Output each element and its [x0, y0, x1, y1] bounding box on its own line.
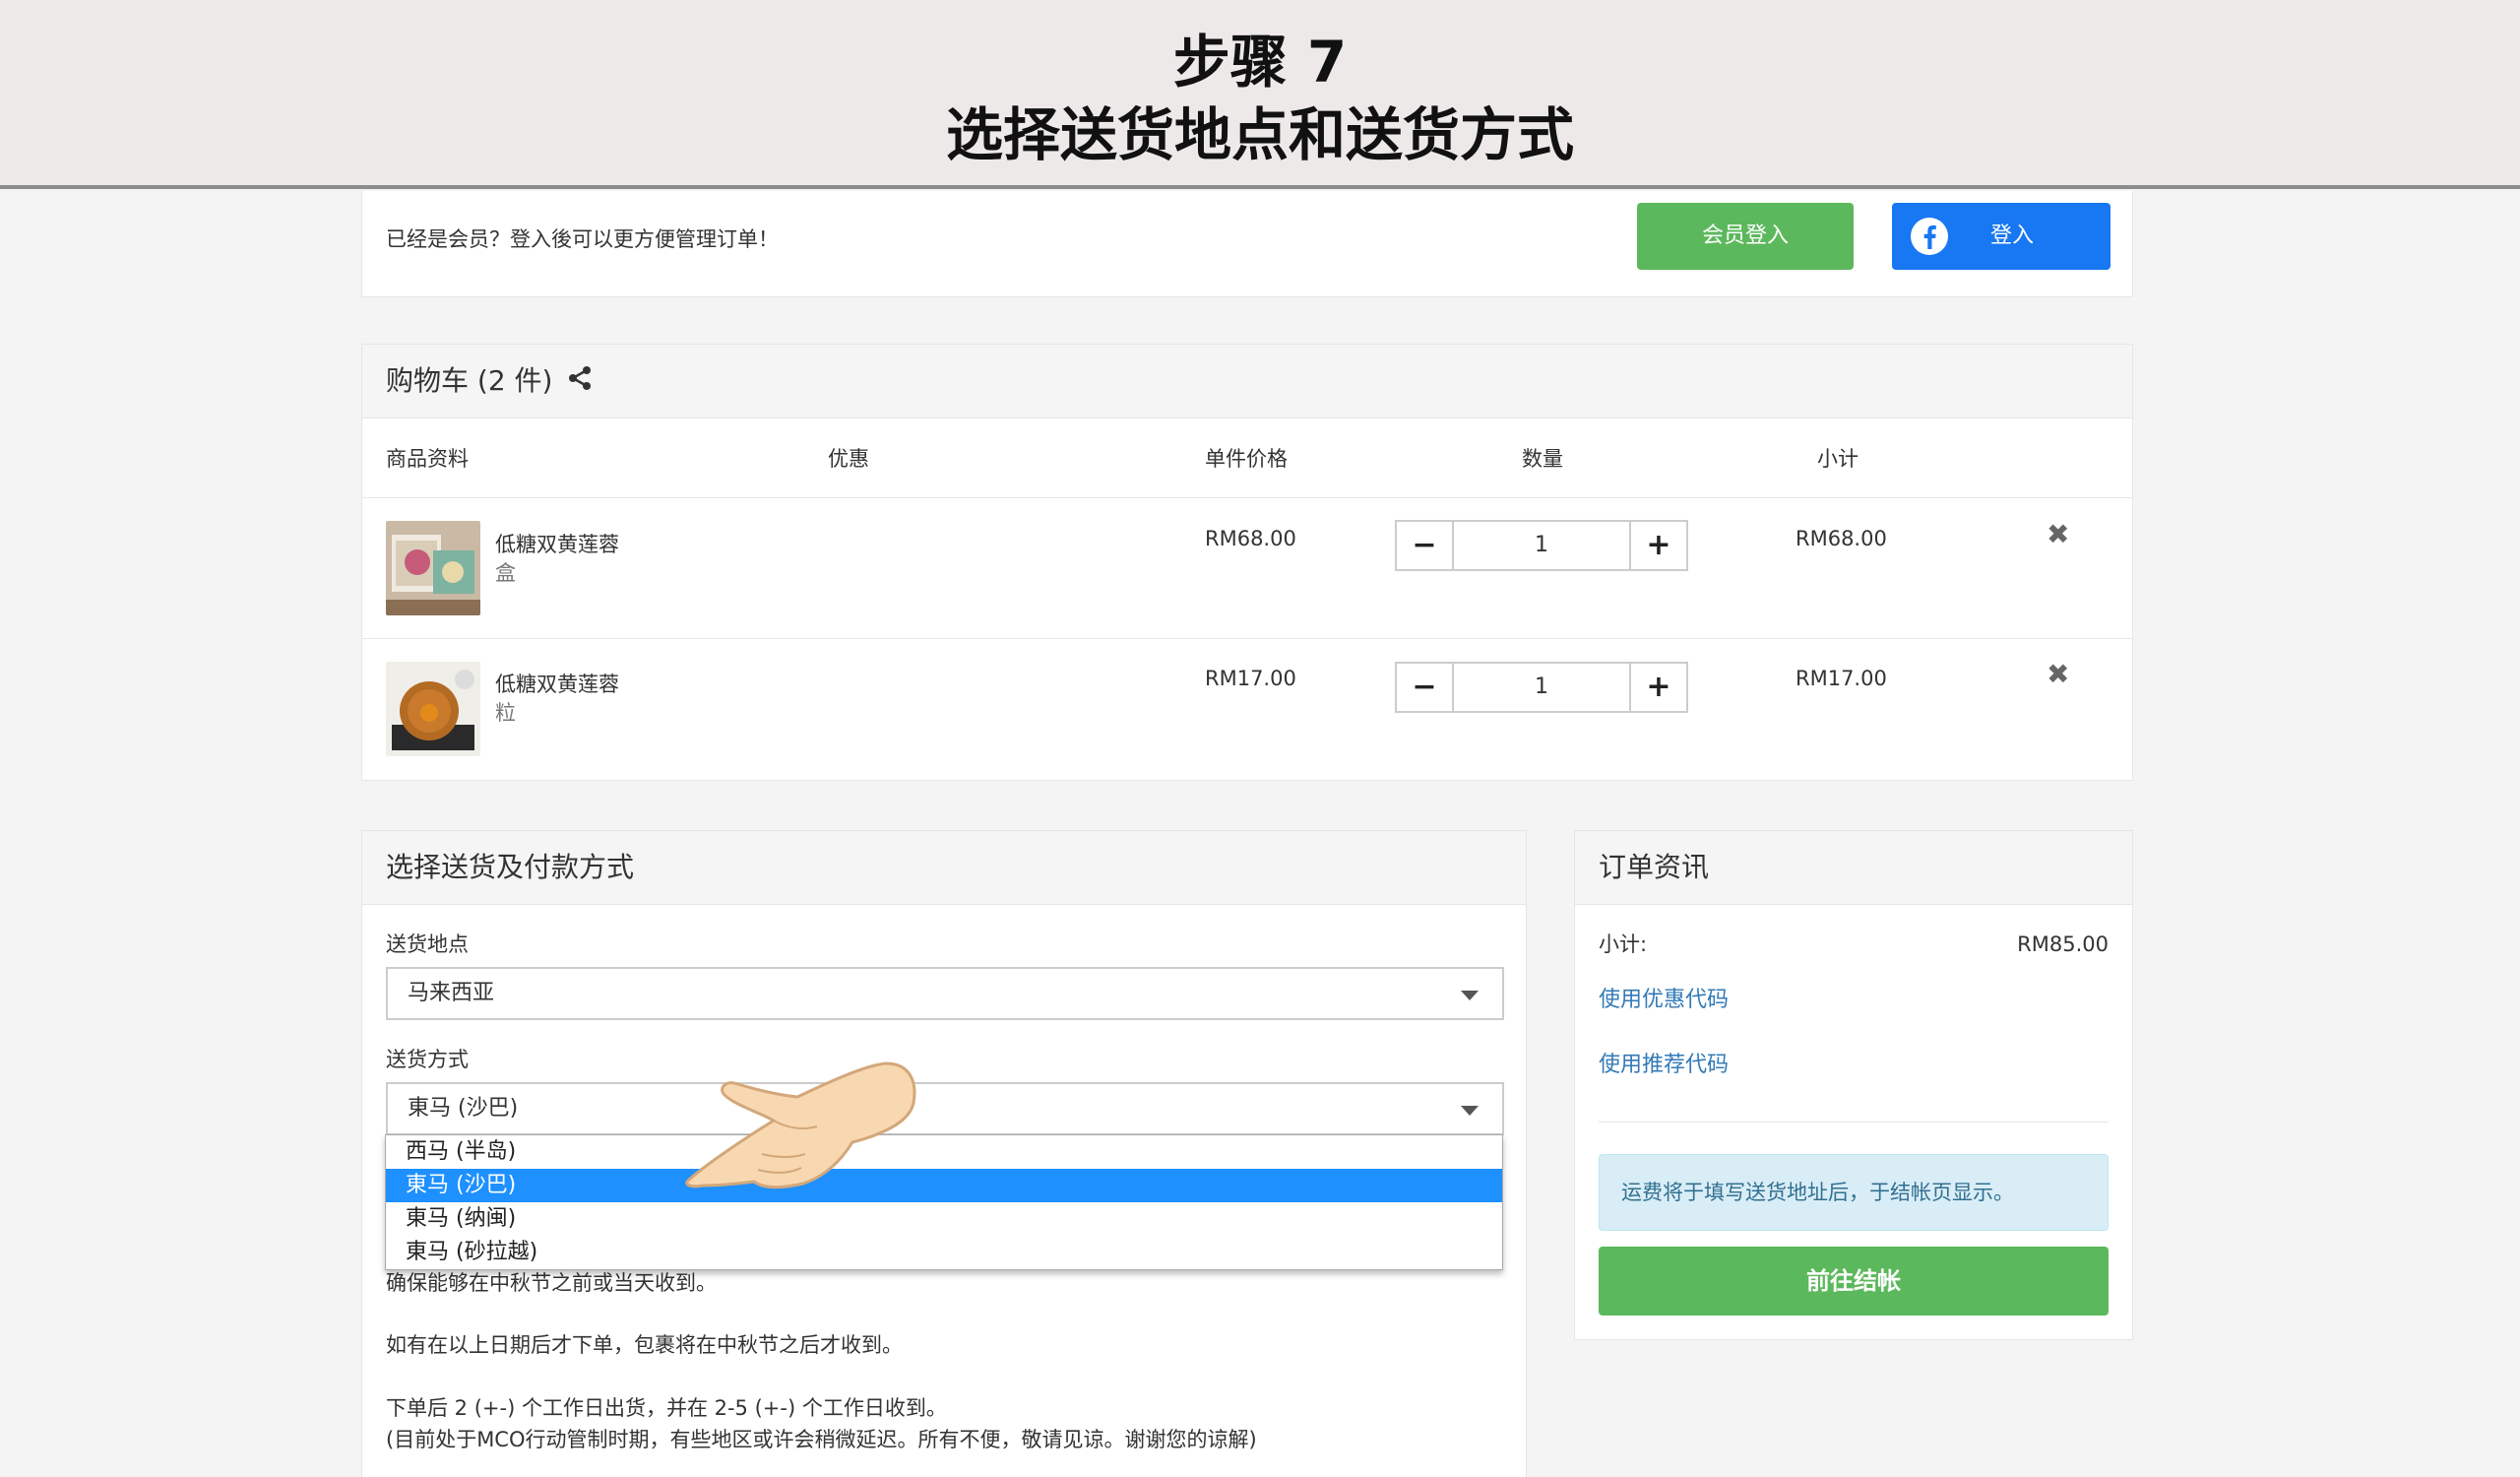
shipping-option-sarawak[interactable]: 東马 (砂拉越)	[386, 1236, 1502, 1269]
column-header-product: 商品资料	[386, 447, 469, 471]
pointing-hand-icon	[679, 1060, 925, 1197]
shipping-fee-notice: 运费将于填写送货地址后，于结帐页显示。	[1599, 1154, 2109, 1231]
facebook-login-label: 登入	[1990, 224, 2035, 248]
facebook-login-button[interactable]: 登入	[1892, 203, 2110, 270]
shipping-option-sabah[interactable]: 東马 (沙巴)	[386, 1169, 1502, 1202]
product-image-single[interactable]	[386, 662, 480, 756]
shipping-note-late-order: 如有在以上日期后才下单，包裹将在中秋节之后才收到。	[386, 1333, 903, 1357]
row-subtotal: RM17.00	[1796, 667, 1887, 690]
increase-quantity-button[interactable]: +	[1629, 522, 1686, 569]
product-name[interactable]: 低糖双黄莲蓉	[495, 530, 619, 559]
product-image-box[interactable]	[386, 521, 480, 615]
row-divider	[362, 638, 2132, 639]
increase-quantity-button[interactable]: +	[1629, 664, 1686, 711]
tutorial-banner: 步骤 7 选择送货地点和送货方式	[0, 0, 2520, 189]
unit-price: RM68.00	[1205, 527, 1296, 550]
shipping-method-label: 送货方式	[386, 1048, 469, 1071]
header-divider	[362, 497, 2132, 498]
cart-title-text: 购物车 (2 件)	[386, 364, 553, 397]
cart-card: 购物车 (2 件) 商品资料 优惠 单件价格 数量 小计 低糖双黄莲蓉 盒 RM…	[361, 344, 2133, 781]
order-divider	[1599, 1122, 2109, 1123]
order-subtotal-label: 小计:	[1599, 932, 1648, 956]
coupon-code-link[interactable]: 使用优惠代码	[1599, 986, 1729, 1015]
shipping-method-dropdown: 西马 (半岛) 東马 (沙巴) 東马 (纳闽) 東马 (砂拉越)	[385, 1134, 1503, 1270]
order-info-header: 订单资讯	[1575, 831, 2132, 905]
shipping-method-value: 東马 (沙巴)	[408, 1096, 519, 1121]
facebook-icon	[1910, 217, 1949, 256]
decrease-quantity-button[interactable]: −	[1397, 522, 1454, 569]
shipping-option-west-peninsula[interactable]: 西马 (半岛)	[386, 1135, 1502, 1169]
order-info-title: 订单资讯	[1599, 851, 1710, 883]
decrease-quantity-button[interactable]: −	[1397, 664, 1454, 711]
shipping-note-timeline: 下单后 2 (+-) 个工作日出货，并在 2-5 (+-) 个工作日收到。	[386, 1396, 947, 1420]
shipping-location-value: 马来西亚	[408, 981, 495, 1005]
shipping-option-labuan[interactable]: 東马 (纳闽)	[386, 1202, 1502, 1236]
order-subtotal-value: RM85.00	[2017, 932, 2109, 956]
shipping-note-mco: (目前处于MCO行动管制时期，有些地区或许会稍微延迟。所有不便，敬请见谅。谢谢您…	[386, 1428, 1257, 1451]
product-name[interactable]: 低糖双黄莲蓉	[495, 670, 619, 699]
cart-header: 购物车 (2 件)	[362, 345, 2132, 418]
member-login-button[interactable]: 会员登入	[1637, 203, 1854, 270]
referral-code-link[interactable]: 使用推荐代码	[1599, 1051, 1729, 1080]
shipping-title: 选择送货及付款方式	[386, 851, 635, 883]
quantity-input[interactable]: 1	[1454, 522, 1629, 569]
banner-step-description: 选择送货地点和送货方式	[945, 101, 1574, 168]
remove-item-icon[interactable]: ✖	[2047, 520, 2069, 549]
banner-step-title: 步骤 7	[1172, 29, 1348, 96]
member-login-card: 已经是会员？登入後可以更方便管理订单！ 会员登入 登入	[361, 191, 2133, 297]
column-header-discount: 优惠	[828, 447, 869, 471]
column-header-unit-price: 单件价格	[1205, 447, 1288, 471]
share-icon[interactable]	[567, 363, 593, 401]
shipping-location-select[interactable]: 马来西亚	[386, 967, 1504, 1020]
member-login-prompt: 已经是会员？登入後可以更方便管理订单！	[386, 227, 779, 251]
shipping-location-label: 送货地点	[386, 932, 469, 956]
order-info-card: 订单资讯 小计: RM85.00 使用优惠代码 使用推荐代码 前往结帐	[1574, 830, 2133, 1340]
column-header-quantity: 数量	[1522, 447, 1563, 471]
chevron-down-icon	[1461, 1106, 1479, 1116]
product-unit: 盒	[495, 561, 516, 585]
column-header-subtotal: 小计	[1817, 447, 1858, 471]
unit-price: RM17.00	[1205, 667, 1296, 690]
row-subtotal: RM68.00	[1796, 527, 1887, 550]
checkout-label: 前往结帐	[1806, 1267, 1901, 1295]
quantity-input[interactable]: 1	[1454, 664, 1629, 711]
shipping-method-select[interactable]: 東马 (沙巴)	[386, 1082, 1504, 1135]
product-unit: 粒	[495, 701, 516, 725]
shipping-header: 选择送货及付款方式	[362, 831, 1526, 905]
checkout-button[interactable]: 前往结帐	[1599, 1247, 2109, 1316]
quantity-stepper: − 1 +	[1395, 520, 1688, 571]
quantity-stepper: − 1 +	[1395, 662, 1688, 713]
member-login-label: 会员登入	[1701, 224, 1789, 248]
chevron-down-icon	[1461, 991, 1479, 1000]
cart-title: 购物车 (2 件)	[386, 362, 593, 401]
remove-item-icon[interactable]: ✖	[2047, 660, 2069, 689]
shipping-note-midautumn: 确保能够在中秋节之前或当天收到。	[386, 1271, 717, 1295]
